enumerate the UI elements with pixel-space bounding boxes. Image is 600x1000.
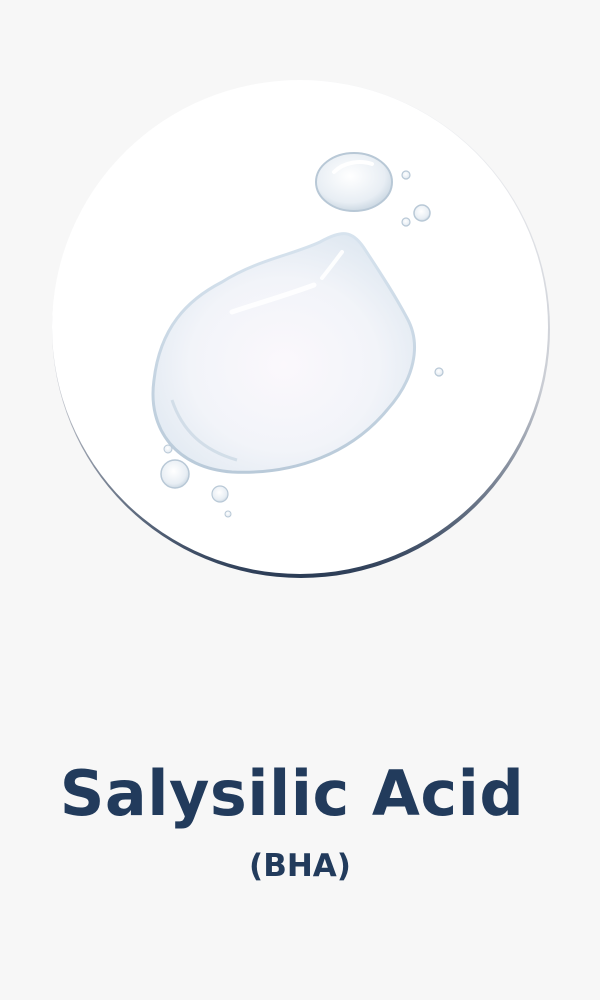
main-droplet [151,232,416,474]
serum-droplet-icon [151,152,444,518]
ingredient-type: (BHA) [249,848,351,884]
ingredient-name: Salysilic Acid [59,757,525,830]
ingredient-card: Salysilic Acid (BHA) [0,0,600,1000]
ingredient-image-frame [52,80,550,578]
ingredient-image-circle [52,80,548,574]
